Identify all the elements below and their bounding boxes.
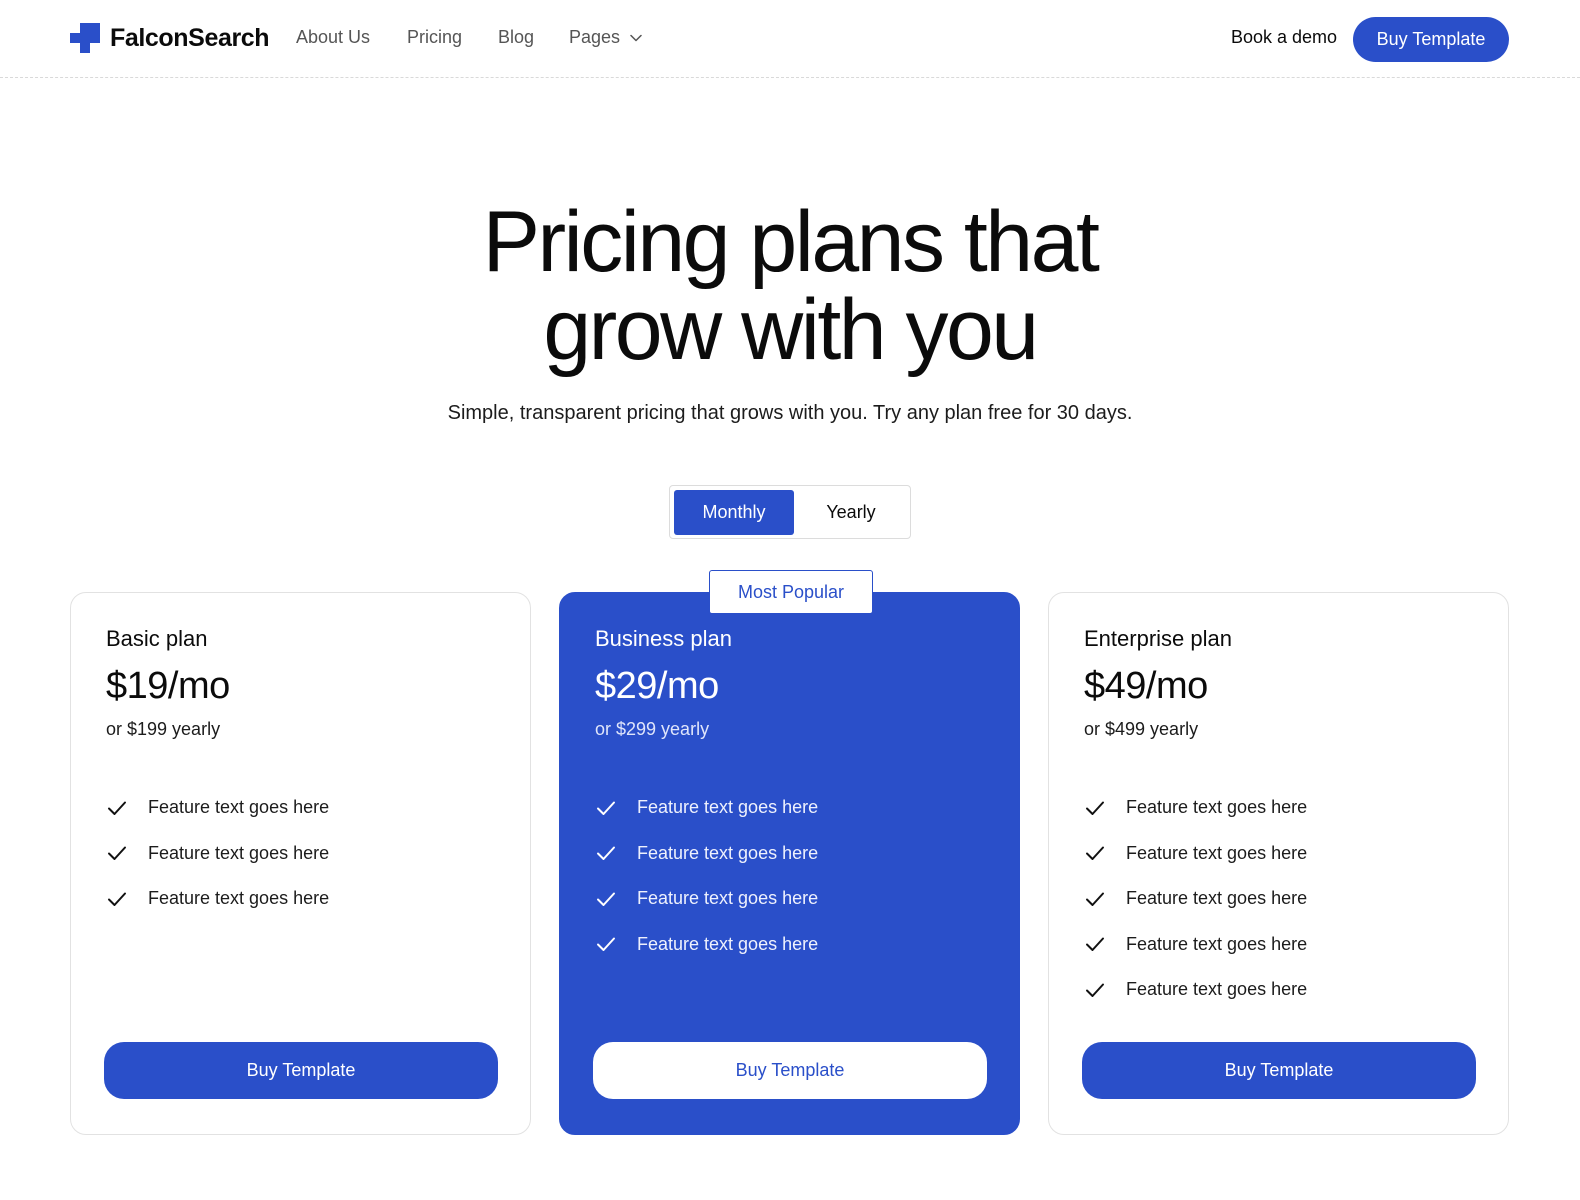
feature-text: Feature text goes here — [1126, 979, 1308, 1000]
feature-text: Feature text goes here — [148, 797, 330, 818]
feature-item: Feature text goes here — [1084, 922, 1307, 968]
nav-link-pricing[interactable]: Pricing — [407, 27, 462, 48]
feature-item: Feature text goes here — [1084, 876, 1307, 922]
feature-text: Feature text goes here — [1126, 933, 1308, 954]
check-icon — [1086, 892, 1104, 906]
plan-price: $29/mo — [595, 665, 719, 707]
plan-name: Business plan — [595, 626, 732, 651]
feature-item: Feature text goes here — [1084, 831, 1307, 877]
feature-text: Feature text goes here — [148, 888, 330, 909]
logo-text: FalconSearch — [110, 23, 270, 52]
nav-buy-template-button[interactable]: Buy Template — [1353, 17, 1509, 62]
feature-item: Feature text goes here — [595, 876, 818, 922]
logo-icon — [70, 23, 100, 53]
toggle-yearly[interactable]: Yearly — [794, 490, 908, 535]
check-icon — [1086, 801, 1104, 815]
feature-text: Feature text goes here — [1126, 797, 1308, 818]
check-icon — [597, 892, 615, 906]
feature-text: Feature text goes here — [1126, 842, 1308, 863]
page-title: Pricing plans that grow with you — [0, 198, 1580, 374]
plan-yearly-price: or $199 yearly — [106, 719, 221, 739]
feature-text: Feature text goes here — [637, 933, 819, 954]
nav-link-about-us[interactable]: About Us — [296, 27, 370, 48]
toggle-monthly[interactable]: Monthly — [674, 490, 794, 535]
feature-text: Feature text goes here — [148, 842, 330, 863]
feature-item: Feature text goes here — [106, 876, 329, 922]
feature-list: Feature text goes here Feature text goes… — [106, 785, 329, 922]
check-icon — [597, 801, 615, 815]
feature-item: Feature text goes here — [595, 831, 818, 877]
feature-list: Feature text goes here Feature text goes… — [595, 785, 818, 967]
chevron-down-icon — [630, 34, 642, 41]
plan-yearly-price: or $499 yearly — [1084, 719, 1199, 739]
plan-name: Basic plan — [106, 626, 208, 651]
check-icon — [108, 892, 126, 906]
plan-price: $19/mo — [106, 665, 230, 707]
nav-dropdown-pages[interactable]: Pages — [569, 27, 642, 48]
basic-buy-template-button[interactable]: Buy Template — [104, 1042, 498, 1099]
plan-yearly-price: or $299 yearly — [595, 719, 710, 739]
check-icon — [1086, 937, 1104, 952]
enterprise-buy-template-button[interactable]: Buy Template — [1082, 1042, 1476, 1099]
page-subtitle: Simple, transparent pricing that grows w… — [447, 402, 1133, 424]
page-title-line-2: grow with you — [543, 282, 1039, 378]
book-demo-link[interactable]: Book a demo — [1231, 27, 1337, 48]
plan-card-business: Most Popular Business plan $29/mo or $29… — [559, 570, 1020, 1135]
plan-price: $49/mo — [1084, 665, 1208, 707]
feature-item: Feature text goes here — [595, 922, 818, 968]
page-title-line-1: Pricing plans that — [482, 194, 1100, 290]
plan-card-basic: Basic plan $19/mo or $199 yearly Feature… — [70, 592, 531, 1135]
most-popular-badge: Most Popular — [709, 570, 873, 614]
plan-card-enterprise: Enterprise plan $49/mo or $499 yearly Fe… — [1048, 592, 1509, 1135]
check-icon — [1086, 983, 1104, 997]
check-icon — [597, 846, 615, 861]
feature-item: Feature text goes here — [1084, 967, 1307, 1013]
nav-link-pages-label: Pages — [569, 27, 621, 47]
feature-item: Feature text goes here — [106, 785, 329, 831]
check-icon — [108, 801, 126, 815]
feature-list: Feature text goes here Feature text goes… — [1084, 785, 1307, 1013]
plan-name: Enterprise plan — [1084, 626, 1232, 651]
check-icon — [597, 937, 615, 952]
business-buy-template-button[interactable]: Buy Template — [593, 1042, 987, 1099]
feature-text: Feature text goes here — [1126, 888, 1308, 909]
nav-link-blog[interactable]: Blog — [498, 27, 534, 48]
logo[interactable]: FalconSearch — [70, 23, 270, 53]
billing-period-toggle: Monthly Yearly — [669, 485, 911, 539]
feature-text: Feature text goes here — [637, 888, 819, 909]
top-nav: FalconSearch About Us Pricing Blog Pages… — [0, 0, 1580, 78]
feature-text: Feature text goes here — [637, 842, 819, 863]
feature-text: Feature text goes here — [637, 797, 819, 818]
check-icon — [1086, 846, 1104, 861]
check-icon — [108, 846, 126, 861]
feature-item: Feature text goes here — [106, 831, 329, 877]
feature-item: Feature text goes here — [1084, 785, 1307, 831]
feature-item: Feature text goes here — [595, 785, 818, 831]
